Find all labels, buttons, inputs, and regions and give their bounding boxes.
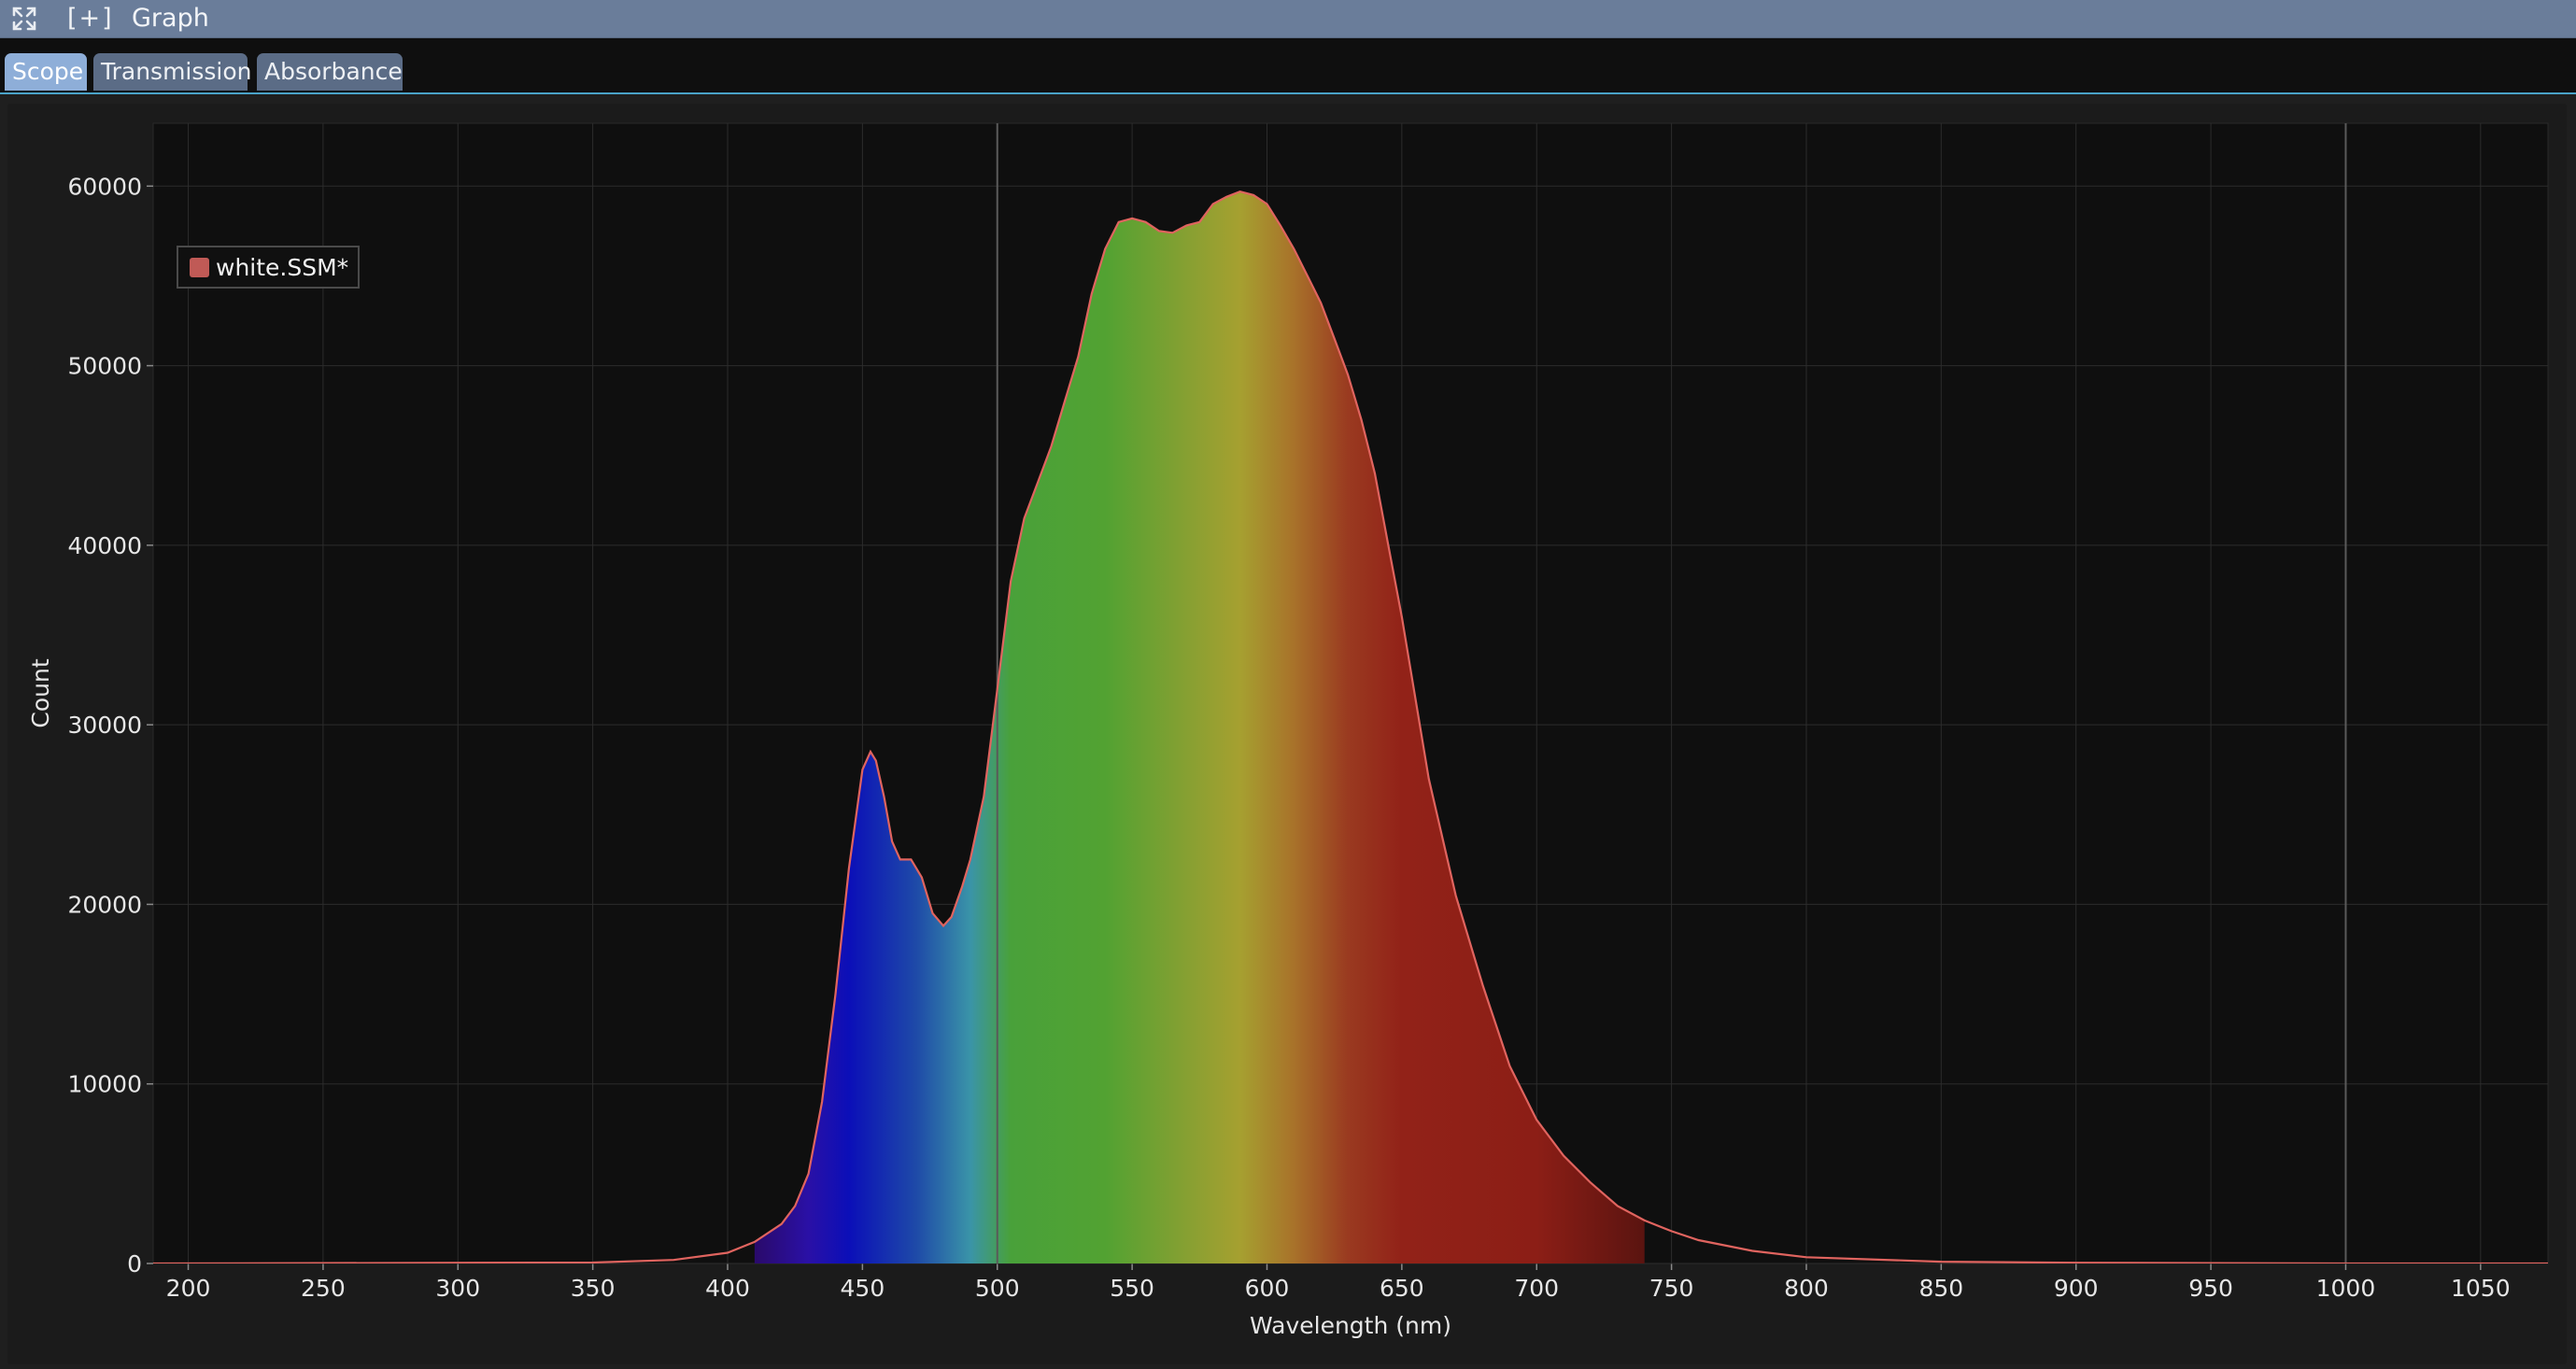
add-button[interactable]: [+] <box>67 4 114 33</box>
x-tick-label: 850 <box>1918 1275 1963 1302</box>
y-tick-label: 50000 <box>67 353 142 380</box>
y-tick-label: 0 <box>127 1250 142 1277</box>
x-tick-label: 1000 <box>2316 1275 2376 1302</box>
x-axis-label: Wavelength (nm) <box>1250 1312 1451 1339</box>
expand-icon[interactable] <box>11 6 37 32</box>
x-tick-label: 750 <box>1649 1275 1694 1302</box>
title-bar: [+] Graph <box>0 0 2576 38</box>
y-tick-label: 40000 <box>67 532 142 559</box>
x-tick-label: 400 <box>705 1275 750 1302</box>
legend-swatch <box>190 257 209 277</box>
x-tick-label: 700 <box>1514 1275 1559 1302</box>
x-tick-label: 600 <box>1245 1275 1290 1302</box>
x-tick-label: 950 <box>2188 1275 2233 1302</box>
x-tick-label: 650 <box>1380 1275 1424 1302</box>
y-tick-label: 30000 <box>67 712 142 739</box>
window-title: Graph <box>132 4 209 33</box>
x-tick-label: 250 <box>301 1275 346 1302</box>
x-tick-label: 1050 <box>2451 1275 2511 1302</box>
tab-bar: Scope Transmission Absorbance <box>0 38 2576 94</box>
x-tick-labels: 200 250 300 350 400 450 500 550 600 650 700 750 800 8… <box>166 1275 2511 1302</box>
x-tick-label: 800 <box>1784 1275 1829 1302</box>
x-tick-label: 200 <box>166 1275 211 1302</box>
tab-transmission[interactable]: Transmission <box>93 53 252 91</box>
y-tick-label: 60000 <box>67 173 142 200</box>
y-tick-labels: 0 10000 20000 30000 40000 50000 60000 <box>67 173 142 1277</box>
legend[interactable]: white.SSM* <box>177 246 361 289</box>
x-tick-label: 450 <box>841 1275 885 1302</box>
y-tick-label: 10000 <box>67 1071 142 1098</box>
x-tick-label: 500 <box>975 1275 1020 1302</box>
legend-label: white.SSM* <box>216 253 349 281</box>
tab-scope[interactable]: Scope <box>5 53 87 91</box>
x-tick-label: 300 <box>435 1275 480 1302</box>
spectrum-chart[interactable]: 200 250 300 350 400 450 500 550 600 650 700 750 800 8… <box>7 104 2567 1364</box>
y-axis-label: Count <box>27 658 54 727</box>
x-tick-label: 550 <box>1110 1275 1154 1302</box>
x-tick-label: 900 <box>2054 1275 2099 1302</box>
tab-absorbance[interactable]: Absorbance <box>257 53 403 91</box>
x-tick-label: 350 <box>571 1275 616 1302</box>
y-tick-label: 20000 <box>67 891 142 918</box>
chart-panel: 200 250 300 350 400 450 500 550 600 650 700 750 800 8… <box>7 104 2567 1364</box>
